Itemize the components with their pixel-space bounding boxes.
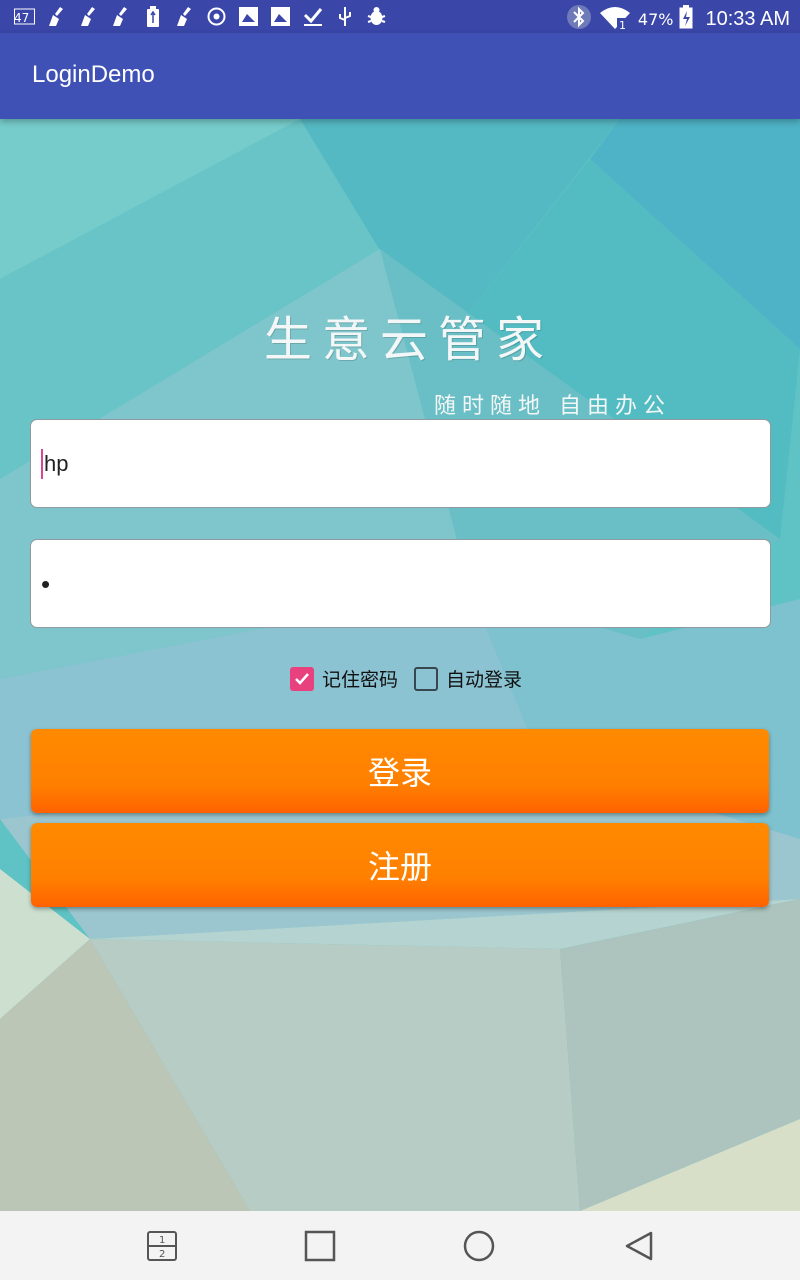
brand-title: 生意云管家: [264, 312, 555, 368]
back-icon[interactable]: [622, 1229, 656, 1263]
bluetooth-icon: [566, 4, 592, 35]
auto-login-checkbox[interactable]: [414, 666, 439, 691]
usb-icon: [334, 6, 355, 27]
password-input[interactable]: •: [30, 539, 771, 628]
bug-icon: [366, 6, 387, 27]
settings-icon: [206, 6, 227, 27]
notification-icons: 47: [14, 6, 387, 27]
svg-text:1: 1: [159, 1235, 165, 1246]
app-title: LoginDemo: [32, 61, 155, 88]
text-cursor: [41, 448, 43, 479]
svg-text:47: 47: [14, 11, 29, 25]
login-button[interactable]: 登录: [31, 729, 769, 813]
sim-icon: 47: [14, 6, 35, 27]
system-status: 1 47% 10:33 AM: [566, 4, 790, 35]
image-icon: [238, 6, 259, 27]
clock: 10:33 AM: [705, 8, 790, 30]
broom-icon: [46, 6, 67, 27]
register-button[interactable]: 注册: [31, 823, 769, 907]
broom-icon: [174, 6, 195, 27]
remember-password-checkbox[interactable]: [290, 666, 314, 691]
password-value: •: [41, 568, 51, 599]
broom-icon: [110, 6, 131, 27]
auto-login-label[interactable]: 自动登录: [446, 665, 522, 692]
wifi-icon: 1: [598, 4, 632, 35]
image-icon: [270, 6, 291, 27]
svg-text:1: 1: [619, 19, 626, 30]
home-icon[interactable]: [462, 1229, 496, 1263]
status-bar: 47 1 47% 10:33 AM: [0, 0, 800, 33]
brand-subtitle: 随时随地 自由办公: [434, 394, 671, 419]
check-icon: [295, 672, 309, 685]
svg-text:2: 2: [159, 1249, 165, 1260]
username-input[interactable]: hp: [30, 419, 771, 508]
recents-icon[interactable]: [303, 1229, 337, 1263]
usb-battery-icon: [142, 6, 163, 27]
username-value: hp: [44, 450, 69, 476]
app-bar: LoginDemo: [0, 33, 800, 119]
battery-percent: 47%: [637, 10, 674, 29]
multi-window-icon[interactable]: 12: [145, 1229, 179, 1263]
download-icon: [302, 6, 323, 27]
battery-icon: [679, 5, 693, 34]
broom-icon: [78, 6, 99, 27]
remember-password-label[interactable]: 记住密码: [322, 665, 398, 692]
navigation-bar: 12: [0, 1211, 800, 1280]
login-options: 记住密码 自动登录: [290, 665, 530, 692]
